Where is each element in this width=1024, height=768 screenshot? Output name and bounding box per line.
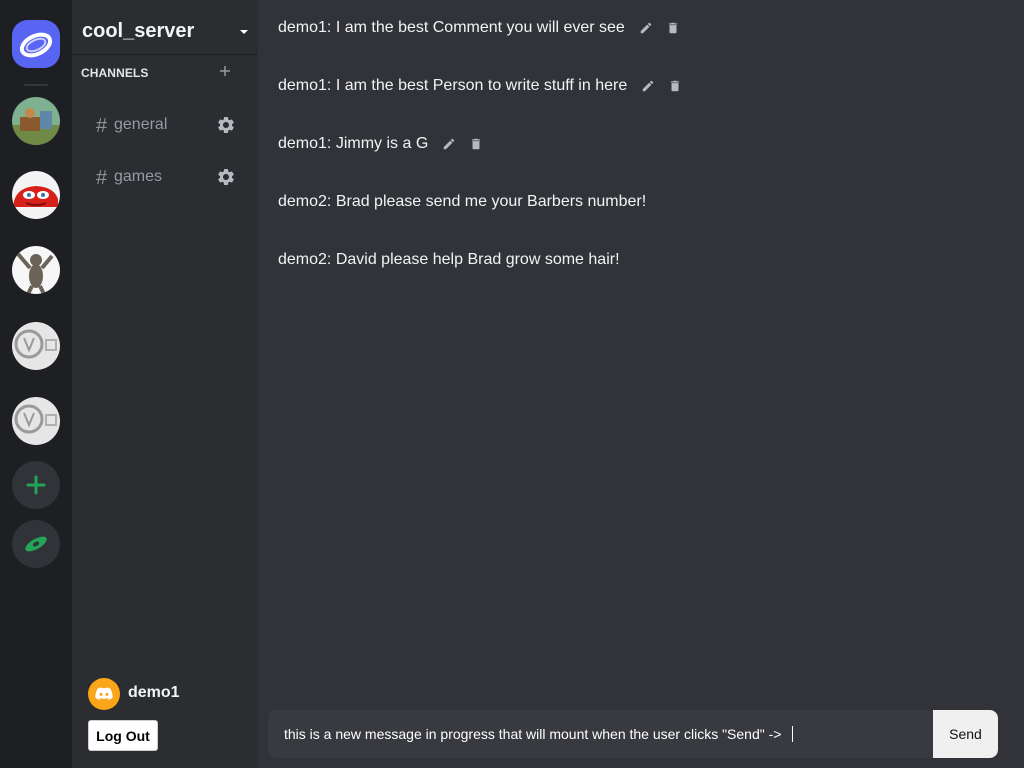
channel-games[interactable]: # games: [88, 160, 246, 194]
trash-icon[interactable]: [666, 21, 680, 35]
trash-icon[interactable]: [469, 137, 483, 151]
server-icon-3[interactable]: [12, 171, 60, 219]
dancing-cat-icon: [12, 246, 60, 294]
message-area: demo1: I am the best Comment you will ev…: [258, 0, 1024, 768]
compass-icon: [25, 536, 47, 552]
channel-name: games: [114, 168, 163, 185]
gear-icon[interactable]: [216, 115, 236, 135]
message-item: demo2: Brad please send me your Barbers …: [278, 190, 646, 214]
message-text: demo2: David please help Brad grow some …: [278, 251, 620, 268]
message-text: demo2: Brad please send me your Barbers …: [278, 193, 647, 210]
message-item: demo1: I am the best Person to write stu…: [278, 74, 682, 98]
text-cursor: [792, 726, 793, 742]
message-item: demo1: I am the best Comment you will ev…: [278, 16, 680, 40]
placeholder-logo-icon: [12, 397, 60, 445]
message-input[interactable]: [268, 710, 933, 758]
message-text: demo1: I am the best Comment you will ev…: [278, 19, 625, 36]
channel-name: general: [114, 116, 168, 133]
message-text: demo1: I am the best Person to write stu…: [278, 77, 628, 94]
race-car-icon: [12, 171, 60, 219]
logout-button[interactable]: Log Out: [88, 720, 158, 751]
chevron-down-icon[interactable]: [238, 28, 250, 36]
username: demo1: [128, 684, 180, 701]
cartoon-yard-icon: [12, 97, 60, 145]
hash-icon: #: [96, 115, 108, 137]
message-item: demo1: Jimmy is a G: [278, 132, 483, 156]
server-icon-4[interactable]: [12, 246, 60, 294]
pencil-icon[interactable]: [641, 79, 655, 93]
trash-icon[interactable]: [668, 79, 682, 93]
server-rail: [0, 0, 72, 768]
server-name: cool_server: [82, 20, 195, 42]
server-icon-2[interactable]: [12, 97, 60, 145]
hash-icon: #: [96, 167, 108, 189]
channel-general[interactable]: # general: [88, 108, 246, 142]
plus-icon: [26, 475, 46, 495]
pencil-icon[interactable]: [639, 21, 653, 35]
server-icon-cool-server[interactable]: [12, 20, 60, 68]
pencil-icon[interactable]: [442, 137, 456, 151]
gear-icon[interactable]: [216, 167, 236, 187]
message-text: demo1: Jimmy is a G: [278, 135, 429, 152]
message-item: demo2: David please help Brad grow some …: [278, 248, 620, 272]
avatar: [88, 678, 120, 710]
bracelet-icon: [12, 20, 60, 68]
add-server-button[interactable]: [12, 461, 60, 509]
server-icon-5[interactable]: [12, 322, 60, 370]
discord-logo-icon: [95, 687, 113, 700]
rail-separator: [24, 84, 48, 86]
message-composer: Send: [268, 710, 998, 758]
server-icon-6[interactable]: [12, 397, 60, 445]
user-panel: demo1 Log Out: [72, 676, 258, 768]
channel-sidebar: cool_server CHANNELS # general # games d…: [72, 0, 258, 768]
channels-header: CHANNELS: [81, 66, 149, 80]
server-header[interactable]: cool_server: [72, 0, 258, 55]
explore-servers-button[interactable]: [12, 520, 60, 568]
send-button[interactable]: Send: [933, 710, 998, 758]
add-channel-icon[interactable]: [218, 64, 232, 78]
placeholder-logo-icon: [12, 322, 60, 370]
